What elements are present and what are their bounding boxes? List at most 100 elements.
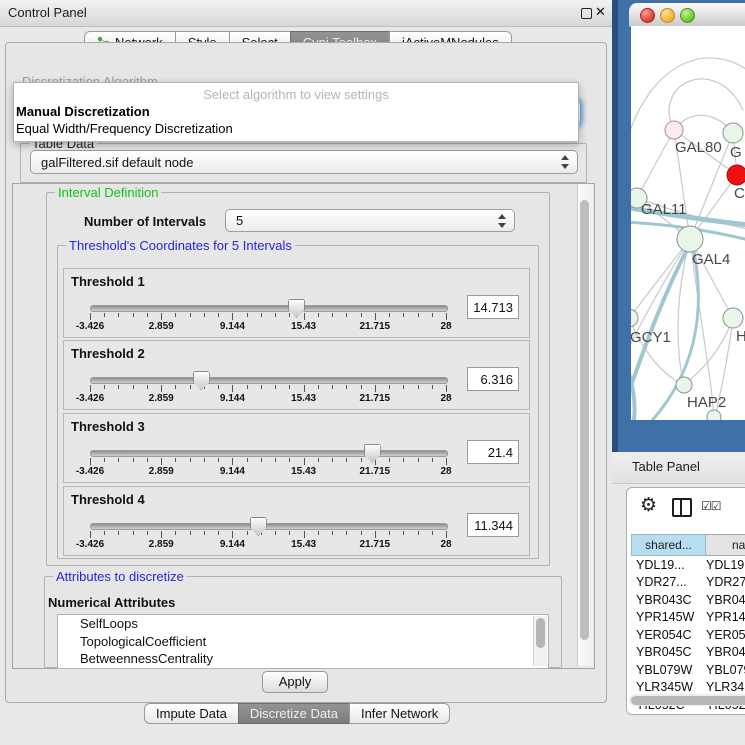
list-item[interactable]: TopologicalCoefficient: [58, 633, 548, 651]
node-label: C: [734, 185, 745, 202]
column-header-name[interactable]: name: [706, 534, 745, 556]
stepper-arrows-icon[interactable]: [561, 155, 570, 169]
table-cell[interactable]: YDR27...: [702, 575, 745, 589]
tick-mark: [289, 385, 290, 389]
threshold-1-value-field[interactable]: 14.713: [467, 295, 519, 319]
vertical-scrollbar[interactable]: [577, 184, 593, 666]
horizontal-scrollbar[interactable]: [629, 694, 745, 706]
table-row[interactable]: YBR043CYBR043C: [627, 591, 745, 609]
stepper-arrows-icon[interactable]: [498, 214, 507, 228]
scrollbar-thumb[interactable]: [631, 696, 745, 705]
network-node[interactable]: [723, 123, 743, 143]
gear-icon[interactable]: ⚙: [640, 494, 657, 517]
tick-mark: [218, 385, 219, 389]
list-item[interactable]: SelfLoops: [58, 615, 548, 633]
table-cell[interactable]: YBR045C: [627, 645, 702, 659]
tick-mark: [375, 385, 376, 392]
float-window-icon[interactable]: [581, 8, 592, 19]
tick-mark: [432, 313, 433, 317]
tick-mark: [147, 385, 148, 389]
tick-label: 15.43: [291, 466, 316, 477]
zoom-traffic-light-icon[interactable]: [680, 8, 695, 23]
scrollbar-thumb[interactable]: [580, 200, 589, 640]
tick-mark: [389, 313, 390, 317]
tick-mark: [261, 385, 262, 389]
network-node[interactable]: [631, 309, 638, 327]
tick-mark: [446, 531, 447, 538]
network-canvas[interactable]: GAL80GCGAL11GAL4GCY1HHAP2: [631, 26, 745, 420]
table-cell[interactable]: YDL19...: [627, 558, 702, 572]
column-header-shared-name[interactable]: shared...: [631, 534, 706, 556]
tick-label: 28: [440, 539, 451, 550]
table-cell[interactable]: YDR27...: [627, 575, 702, 589]
tick-label: 15.43: [291, 393, 316, 404]
table-cell[interactable]: YBR045C: [702, 645, 745, 659]
table-row[interactable]: YER054CYER054C: [627, 626, 745, 644]
table-cell[interactable]: YBL079W: [627, 663, 702, 677]
threshold-3-value-field[interactable]: 21.4: [467, 440, 519, 464]
tick-mark: [118, 385, 119, 389]
list-scrollbar[interactable]: [533, 616, 547, 666]
table-row[interactable]: YDR27...YDR27...: [627, 574, 745, 592]
table-cell[interactable]: YBR043C: [702, 593, 745, 607]
network-window-titlebar[interactable]: [629, 3, 745, 27]
threshold-3-slider-track[interactable]: [90, 450, 448, 457]
network-node[interactable]: [676, 377, 692, 393]
tick-label: 2.859: [149, 321, 174, 332]
threshold-4-value-field[interactable]: 11.344: [467, 513, 519, 537]
tick-mark: [389, 531, 390, 535]
table-row[interactable]: YBR045CYBR045C: [627, 644, 745, 662]
close-traffic-light-icon[interactable]: [640, 8, 655, 23]
menu-item-equal-width-frequency[interactable]: Equal Width/Frequency Discretization: [16, 121, 233, 136]
tick-label: -3.426: [76, 466, 104, 477]
node-label: GCY1: [631, 329, 671, 346]
network-node[interactable]: [665, 121, 683, 139]
tick-mark: [218, 313, 219, 317]
table-data-combobox[interactable]: galFiltered.sif default node: [30, 150, 578, 174]
scrollbar-thumb[interactable]: [536, 618, 545, 648]
close-icon[interactable]: ✕: [595, 4, 606, 20]
table-row[interactable]: YDL19...YDL19...: [627, 556, 745, 574]
tick-label: 2.859: [149, 466, 174, 477]
table-cell[interactable]: YLR345W: [702, 680, 745, 694]
menu-item-manual-discretization[interactable]: Manual Discretization: [16, 104, 150, 119]
threshold-4-slider-track[interactable]: [90, 523, 448, 530]
panel-title: Control Panel: [8, 5, 87, 20]
tab-discretize-data[interactable]: Discretize Data: [238, 703, 350, 724]
table-cell[interactable]: YER054C: [627, 628, 702, 642]
tab-label: Discretize Data: [250, 706, 338, 721]
tick-label: 21.715: [360, 539, 391, 550]
list-item[interactable]: BetweennessCentrality: [58, 650, 548, 668]
split-columns-icon[interactable]: [672, 498, 692, 517]
threshold-2-value-field[interactable]: 6.316: [467, 367, 519, 391]
threshold-1-slider-track[interactable]: [90, 305, 448, 312]
tab-infer-network[interactable]: Infer Network: [349, 703, 450, 724]
tick-mark: [304, 531, 305, 538]
tick-mark: [346, 458, 347, 462]
number-of-intervals-combobox[interactable]: 5: [225, 209, 515, 232]
network-node[interactable]: [723, 308, 743, 328]
table-cell[interactable]: YBR043C: [627, 593, 702, 607]
tick-mark: [318, 531, 319, 535]
network-node[interactable]: [677, 226, 703, 252]
tick-mark: [104, 385, 105, 389]
tab-impute-data[interactable]: Impute Data: [144, 703, 239, 724]
tick-label: 28: [440, 393, 451, 404]
table-cell[interactable]: YPR145W: [702, 610, 745, 624]
table-row[interactable]: YBL079WYBL079W: [627, 661, 745, 679]
table-cell[interactable]: YLR345W: [627, 680, 702, 694]
select-columns-icon[interactable]: ☑☑: [701, 499, 721, 513]
tick-mark: [218, 458, 219, 462]
minimize-traffic-light-icon[interactable]: [660, 8, 675, 23]
table-cell[interactable]: YBL079W: [702, 663, 745, 677]
threshold-2-slider-track[interactable]: [90, 377, 448, 384]
table-cell[interactable]: YPR145W: [627, 610, 702, 624]
apply-button[interactable]: Apply: [262, 671, 328, 693]
node-label: HAP2: [687, 394, 726, 411]
tick-mark: [175, 531, 176, 535]
table-row[interactable]: YPR145WYPR145W: [627, 609, 745, 627]
table-cell[interactable]: YER054C: [702, 628, 745, 642]
network-node[interactable]: [707, 410, 721, 420]
table-cell[interactable]: YDL19...: [702, 558, 745, 572]
network-node[interactable]: [727, 165, 745, 185]
